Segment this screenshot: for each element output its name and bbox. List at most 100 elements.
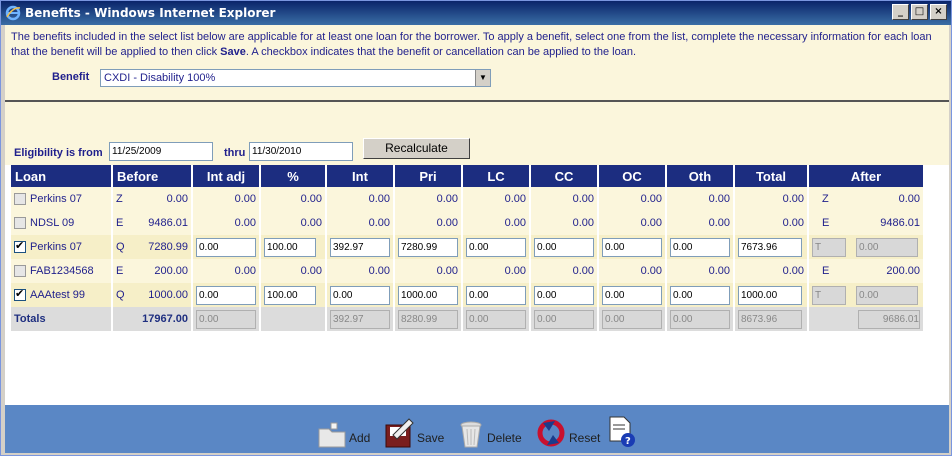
int-input[interactable]: 0.00 xyxy=(330,285,390,305)
int-adj-cell: 0.00 xyxy=(193,283,259,307)
eligibility-from-input[interactable]: 11/25/2009 xyxy=(109,142,213,161)
minimize-button[interactable]: _ xyxy=(892,4,909,20)
int-adj-value: 0.00 xyxy=(193,259,259,283)
totals-total-cell: 8673.96 xyxy=(735,307,807,331)
loan-name: FAB1234568 xyxy=(30,264,94,277)
pri-value: 0.00 xyxy=(395,259,461,283)
thru-label: thru xyxy=(224,147,246,159)
after-value: 9486.01 xyxy=(880,217,920,229)
lc-cell: 0.00 xyxy=(463,283,529,307)
before-value: 200.00 xyxy=(154,265,188,277)
total-input[interactable]: 1000.00 xyxy=(738,285,802,305)
reset-label: Reset xyxy=(569,431,601,445)
after-code-input: T xyxy=(812,237,846,257)
percent-input[interactable]: 100.00 xyxy=(264,237,316,257)
save-button[interactable]: Save xyxy=(383,409,444,449)
int-adj-value: 0.00 xyxy=(193,211,259,235)
loan-checkbox[interactable] xyxy=(14,287,26,302)
reset-button[interactable]: Reset xyxy=(535,409,600,449)
before-value: 7280.99 xyxy=(148,241,188,253)
int-input[interactable]: 392.97 xyxy=(330,237,390,257)
table-row: Perkins 07 Q 7280.99 0.00 100.00 392.97 7280… xyxy=(11,235,923,259)
oc-input[interactable]: 0.00 xyxy=(602,285,662,305)
before-value: 1000.00 xyxy=(148,289,188,301)
lc-input[interactable]: 0.00 xyxy=(466,237,526,257)
loan-name: NDSL 09 xyxy=(30,216,75,229)
total-cell: 7673.96 xyxy=(735,235,807,259)
percent-value: 0.00 xyxy=(261,211,325,235)
header-int: Int xyxy=(327,165,393,187)
oth-input[interactable]: 0.00 xyxy=(670,285,730,305)
table-row: Perkins 07 Z 0.00 0.00 0.00 0.00 0.00 0.00 0.0… xyxy=(11,187,923,211)
int-adj-input[interactable]: 0.00 xyxy=(196,237,256,257)
pri-input[interactable]: 7280.99 xyxy=(398,237,458,257)
title-bar: Benefits - Windows Internet Explorer _ □… xyxy=(1,1,951,25)
totals-cc-cell: 0.00 xyxy=(531,307,597,331)
lc-value: 0.00 xyxy=(463,259,529,283)
oth-value: 0.00 xyxy=(667,187,733,211)
help-button[interactable]: ? xyxy=(607,409,637,449)
cc-value: 0.00 xyxy=(531,211,597,235)
svg-text:?: ? xyxy=(625,436,631,447)
after-cell: E 9486.01 xyxy=(809,211,923,235)
totals-percent-cell xyxy=(261,307,325,331)
loan-name: Perkins 07 xyxy=(30,192,82,205)
instructions-part-2: . A checkbox indicates that the benefit … xyxy=(245,46,636,58)
int-adj-input[interactable]: 0.00 xyxy=(196,285,256,305)
int-adj-value: 0.00 xyxy=(193,187,259,211)
percent-cell: 100.00 xyxy=(261,235,325,259)
trash-icon xyxy=(460,421,482,448)
oc-input[interactable]: 0.00 xyxy=(602,237,662,257)
int-cell: 392.97 xyxy=(327,235,393,259)
bottom-toolbar: Add Save Delete Reset ? xyxy=(5,405,949,453)
after-value: 200.00 xyxy=(886,265,920,277)
loan-checkbox[interactable] xyxy=(14,265,26,278)
header-percent: % xyxy=(261,165,325,187)
before-value: 0.00 xyxy=(166,193,188,205)
pri-input[interactable]: 1000.00 xyxy=(398,285,458,305)
help-document-icon: ? xyxy=(609,416,635,447)
lc-input[interactable]: 0.00 xyxy=(466,285,526,305)
cc-input[interactable]: 0.00 xyxy=(534,237,594,257)
spacer-area xyxy=(5,102,949,135)
percent-value: 0.00 xyxy=(261,259,325,283)
oth-value: 0.00 xyxy=(667,259,733,283)
close-button[interactable]: × xyxy=(930,4,947,20)
lc-value: 0.00 xyxy=(463,211,529,235)
totals-int-adj-cell: 0.00 xyxy=(193,307,259,331)
percent-input[interactable]: 100.00 xyxy=(264,285,316,305)
recalculate-button[interactable]: Recalculate xyxy=(363,138,470,159)
status-code: E xyxy=(116,265,124,277)
oc-value: 0.00 xyxy=(599,259,665,283)
header-cc: CC xyxy=(531,165,597,187)
total-input[interactable]: 7673.96 xyxy=(738,237,802,257)
delete-button[interactable]: Delete xyxy=(457,409,522,449)
maximize-button[interactable]: □ xyxy=(911,4,928,20)
benefit-select[interactable]: CXDI - Disability 100% ▼ xyxy=(100,69,491,87)
totals-oc: 0.00 xyxy=(602,309,662,329)
before-cell: Q 7280.99 xyxy=(113,235,191,259)
totals-oc-cell: 0.00 xyxy=(599,307,665,331)
loan-checkbox[interactable] xyxy=(14,193,26,206)
dropdown-arrow-icon[interactable]: ▼ xyxy=(475,70,490,86)
pri-value: 0.00 xyxy=(395,211,461,235)
header-before: Before xyxy=(113,165,191,187)
loan-cell: Perkins 07 xyxy=(11,235,111,259)
totals-pri-cell: 8280.99 xyxy=(395,307,461,331)
instructions-save-word: Save xyxy=(220,46,246,58)
total-value: 0.00 xyxy=(735,187,807,211)
eligibility-label: Eligibility is from xyxy=(14,147,103,159)
loan-checkbox[interactable] xyxy=(14,217,26,230)
add-button[interactable]: Add xyxy=(315,409,370,449)
before-value: 9486.01 xyxy=(148,217,188,229)
eligibility-thru-input[interactable]: 11/30/2010 xyxy=(249,142,353,161)
totals-before: 17967.00 xyxy=(113,307,191,331)
oth-cell: 0.00 xyxy=(667,283,733,307)
header-loan: Loan xyxy=(11,165,111,187)
total-value: 0.00 xyxy=(735,211,807,235)
before-cell: E 200.00 xyxy=(113,259,191,283)
loan-checkbox[interactable] xyxy=(14,239,26,254)
cc-input[interactable]: 0.00 xyxy=(534,285,594,305)
save-icon xyxy=(385,418,414,448)
oth-input[interactable]: 0.00 xyxy=(670,237,730,257)
